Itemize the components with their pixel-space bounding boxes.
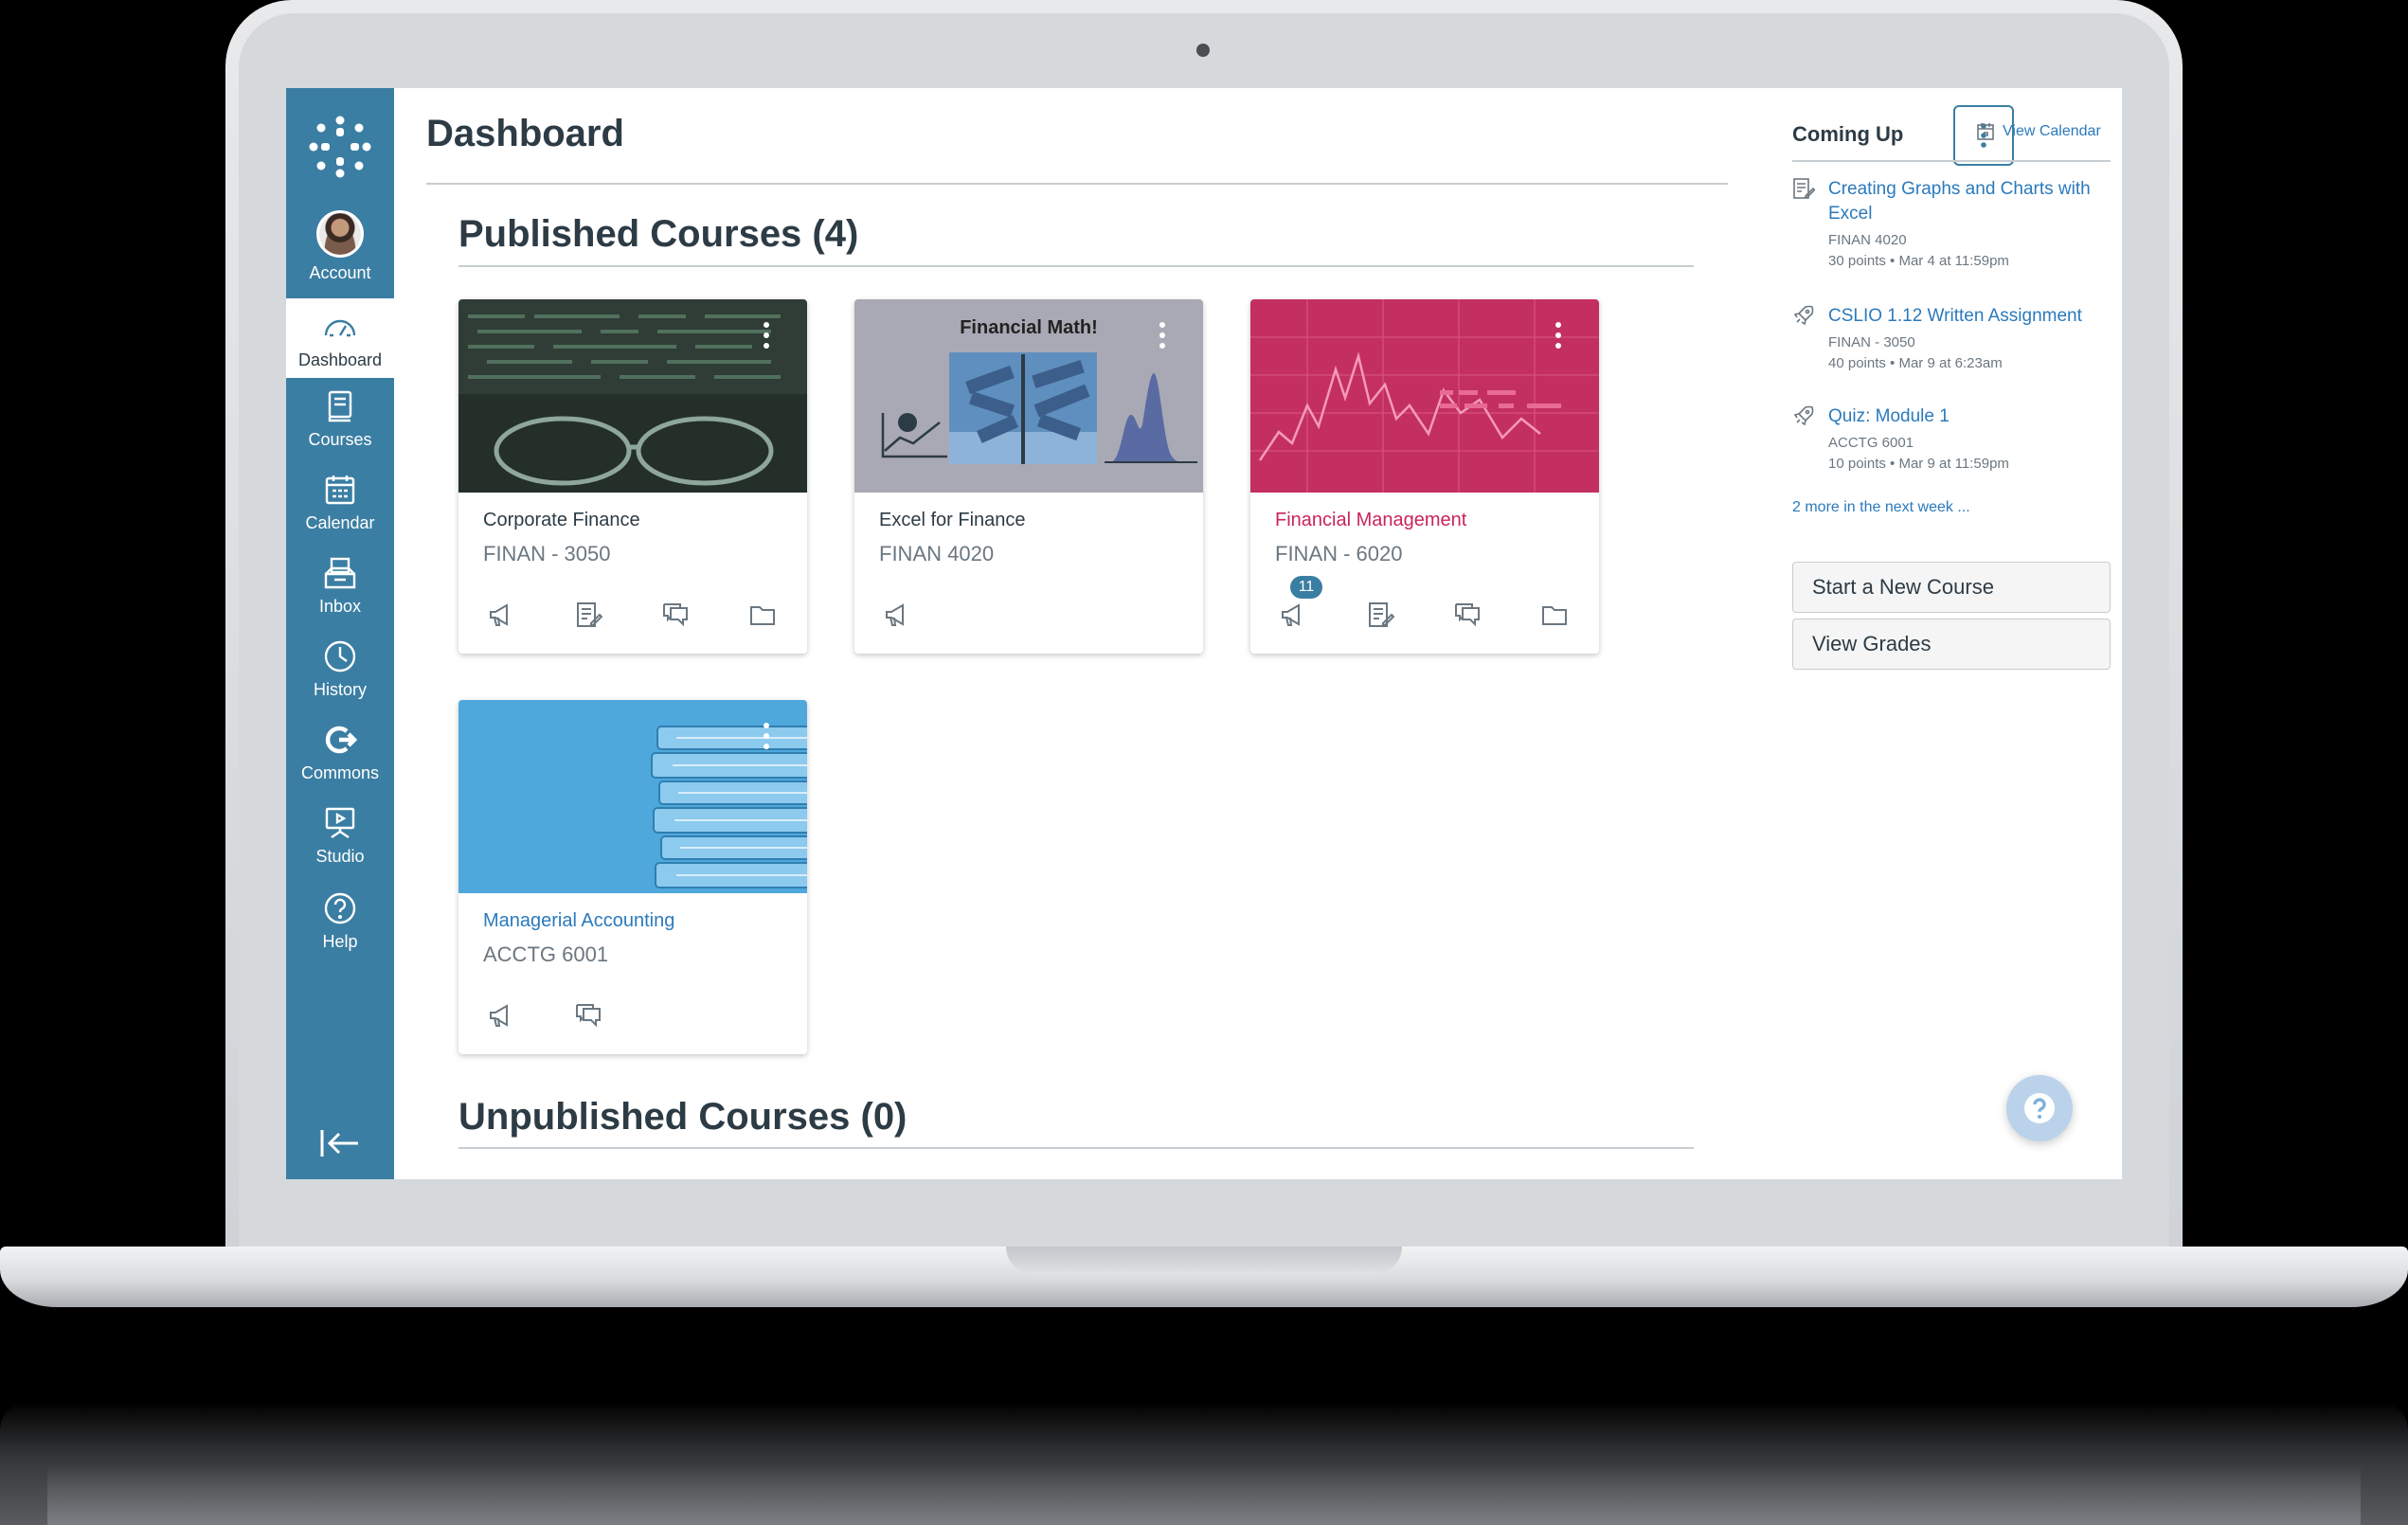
nav-studio[interactable]: Studio — [286, 795, 394, 874]
card-options-icon[interactable] — [1156, 322, 1169, 354]
card-course-code: FINAN - 3050 — [483, 542, 611, 565]
view-calendar-link[interactable]: View Calendar — [1976, 122, 2101, 141]
inbox-icon — [324, 557, 356, 589]
files-folder-icon[interactable] — [1540, 601, 1569, 629]
laptop-reflection-inner — [47, 1463, 2361, 1525]
announcements-megaphone-icon[interactable] — [487, 601, 515, 629]
camera-dot — [1196, 44, 1210, 57]
announcements-megaphone-icon[interactable] — [883, 601, 911, 629]
nav-history-label: History — [313, 680, 367, 699]
coming-up-item[interactable]: Creating Graphs and Charts with Excel FI… — [1792, 177, 2111, 272]
card-options-icon[interactable] — [1552, 322, 1565, 354]
view-grades-button[interactable]: View Grades — [1792, 619, 2111, 670]
coming-up-detail: 30 points • Mar 4 at 11:59pm — [1828, 253, 2009, 269]
card-options-icon[interactable] — [760, 723, 773, 755]
coming-up-item[interactable]: Quiz: Module 1 ACCTG 6001 10 points • Ma… — [1792, 404, 2111, 476]
nav-inbox[interactable]: Inbox — [286, 545, 394, 624]
nav-account[interactable]: Account — [286, 204, 394, 291]
discussions-icon[interactable] — [574, 1001, 602, 1030]
screen: Account Dashboard Courses Calendar Inbox… — [286, 88, 2122, 1179]
course-card-financial-management[interactable]: Financial Management FINAN - 6020 11 — [1250, 299, 1599, 654]
quiz-rocket-icon — [1793, 305, 1814, 326]
help-question-icon — [2024, 1093, 2055, 1123]
help-question-icon — [324, 892, 356, 924]
canvas-logo-icon[interactable] — [308, 115, 372, 179]
card-title[interactable]: Excel for Finance — [879, 510, 1026, 531]
hero-caption: Financial Math! — [960, 317, 1098, 338]
financial-management-hero-image — [1250, 299, 1599, 493]
course-card-excel-for-finance[interactable]: Financial Math! Excel for Finance FINAN … — [854, 299, 1203, 654]
card-title[interactable]: Financial Management — [1275, 510, 1466, 531]
unread-announcements-badge: 11 — [1290, 576, 1322, 599]
nav-calendar-label: Calendar — [305, 513, 375, 532]
nav-commons[interactable]: Commons — [286, 711, 394, 791]
card-title[interactable]: Corporate Finance — [483, 510, 640, 531]
more-coming-up-link[interactable]: 2 more in the next week ... — [1792, 499, 1970, 516]
dashboard-icon — [324, 319, 356, 337]
course-card-corporate-finance[interactable]: Corporate Finance FINAN - 3050 — [458, 299, 807, 654]
commons-icon — [325, 726, 358, 754]
card-title[interactable]: Managerial Accounting — [483, 910, 674, 932]
coming-up-item[interactable]: CSLIO 1.12 Written Assignment FINAN - 30… — [1792, 304, 2111, 376]
global-nav: Account Dashboard Courses Calendar Inbox… — [286, 88, 394, 1179]
coming-up-course: FINAN 4020 — [1828, 232, 1907, 248]
card-course-code: FINAN - 6020 — [1275, 542, 1403, 565]
nav-account-label: Account — [309, 263, 371, 282]
nav-calendar[interactable]: Calendar — [286, 461, 394, 541]
coming-up-heading: Coming Up — [1792, 122, 1904, 146]
discussions-icon[interactable] — [661, 601, 690, 629]
corporate-finance-hero-image — [458, 299, 807, 493]
nav-courses[interactable]: Courses — [286, 378, 394, 458]
header-divider — [426, 183, 1728, 185]
card-course-code: ACCTG 6001 — [483, 942, 609, 966]
coming-up-detail: 40 points • Mar 9 at 6:23am — [1828, 355, 2003, 371]
published-divider — [458, 265, 1694, 267]
nav-inbox-label: Inbox — [318, 597, 362, 616]
unpublished-courses-heading: Unpublished Courses (0) — [458, 1096, 907, 1138]
coming-up-title[interactable]: Creating Graphs and Charts with Excel — [1828, 177, 2112, 226]
courses-book-icon — [328, 390, 352, 422]
excel-for-finance-hero-image: Financial Math! — [854, 299, 1203, 493]
announcements-megaphone-icon[interactable] — [1279, 601, 1307, 629]
coming-up-course: ACCTG 6001 — [1828, 435, 1914, 451]
nav-commons-label: Commons — [300, 763, 380, 782]
help-floating-button[interactable] — [2006, 1075, 2073, 1141]
nav-help[interactable]: Help — [286, 880, 394, 960]
course-card-managerial-accounting[interactable]: Managerial Accounting ACCTG 6001 — [458, 700, 807, 1054]
card-options-icon[interactable] — [760, 322, 773, 354]
announcements-megaphone-icon[interactable] — [487, 1001, 515, 1030]
start-new-course-button[interactable]: Start a New Course — [1792, 562, 2111, 613]
files-folder-icon[interactable] — [748, 601, 777, 629]
card-course-code: FINAN 4020 — [879, 542, 995, 565]
avatar — [316, 210, 364, 258]
nav-help-label: Help — [322, 932, 358, 951]
nav-courses-label: Courses — [308, 430, 372, 449]
coming-up-title[interactable]: CSLIO 1.12 Written Assignment — [1828, 304, 2112, 329]
nav-dashboard-label: Dashboard — [297, 350, 383, 369]
nav-dashboard[interactable]: Dashboard — [286, 298, 394, 378]
nav-history[interactable]: History — [286, 628, 394, 708]
coming-up-divider — [1792, 160, 2111, 162]
history-clock-icon — [324, 640, 356, 673]
assignment-icon — [1793, 178, 1815, 199]
coming-up-detail: 10 points • Mar 9 at 11:59pm — [1828, 456, 2009, 472]
coming-up-title[interactable]: Quiz: Module 1 — [1828, 404, 2112, 429]
nav-studio-label: Studio — [315, 847, 365, 866]
right-sidebar: Coming Up View Calendar Creating Graphs … — [1787, 88, 2122, 1179]
assignments-icon[interactable] — [574, 601, 603, 629]
managerial-accounting-hero-image — [458, 700, 807, 893]
calendar-icon — [325, 475, 355, 505]
calendar-small-icon — [1977, 123, 1994, 140]
discussions-icon[interactable] — [1453, 601, 1482, 629]
quiz-rocket-icon — [1793, 405, 1814, 426]
page-title: Dashboard — [426, 113, 624, 154]
collapse-nav-icon[interactable] — [318, 1126, 362, 1160]
view-calendar-label: View Calendar — [2003, 123, 2101, 139]
laptop-notch — [1006, 1247, 1402, 1275]
unpublished-divider — [458, 1147, 1694, 1149]
published-courses-heading: Published Courses (4) — [458, 213, 859, 255]
studio-icon — [325, 807, 355, 838]
coming-up-course: FINAN - 3050 — [1828, 334, 1915, 350]
assignments-icon[interactable] — [1366, 601, 1395, 629]
